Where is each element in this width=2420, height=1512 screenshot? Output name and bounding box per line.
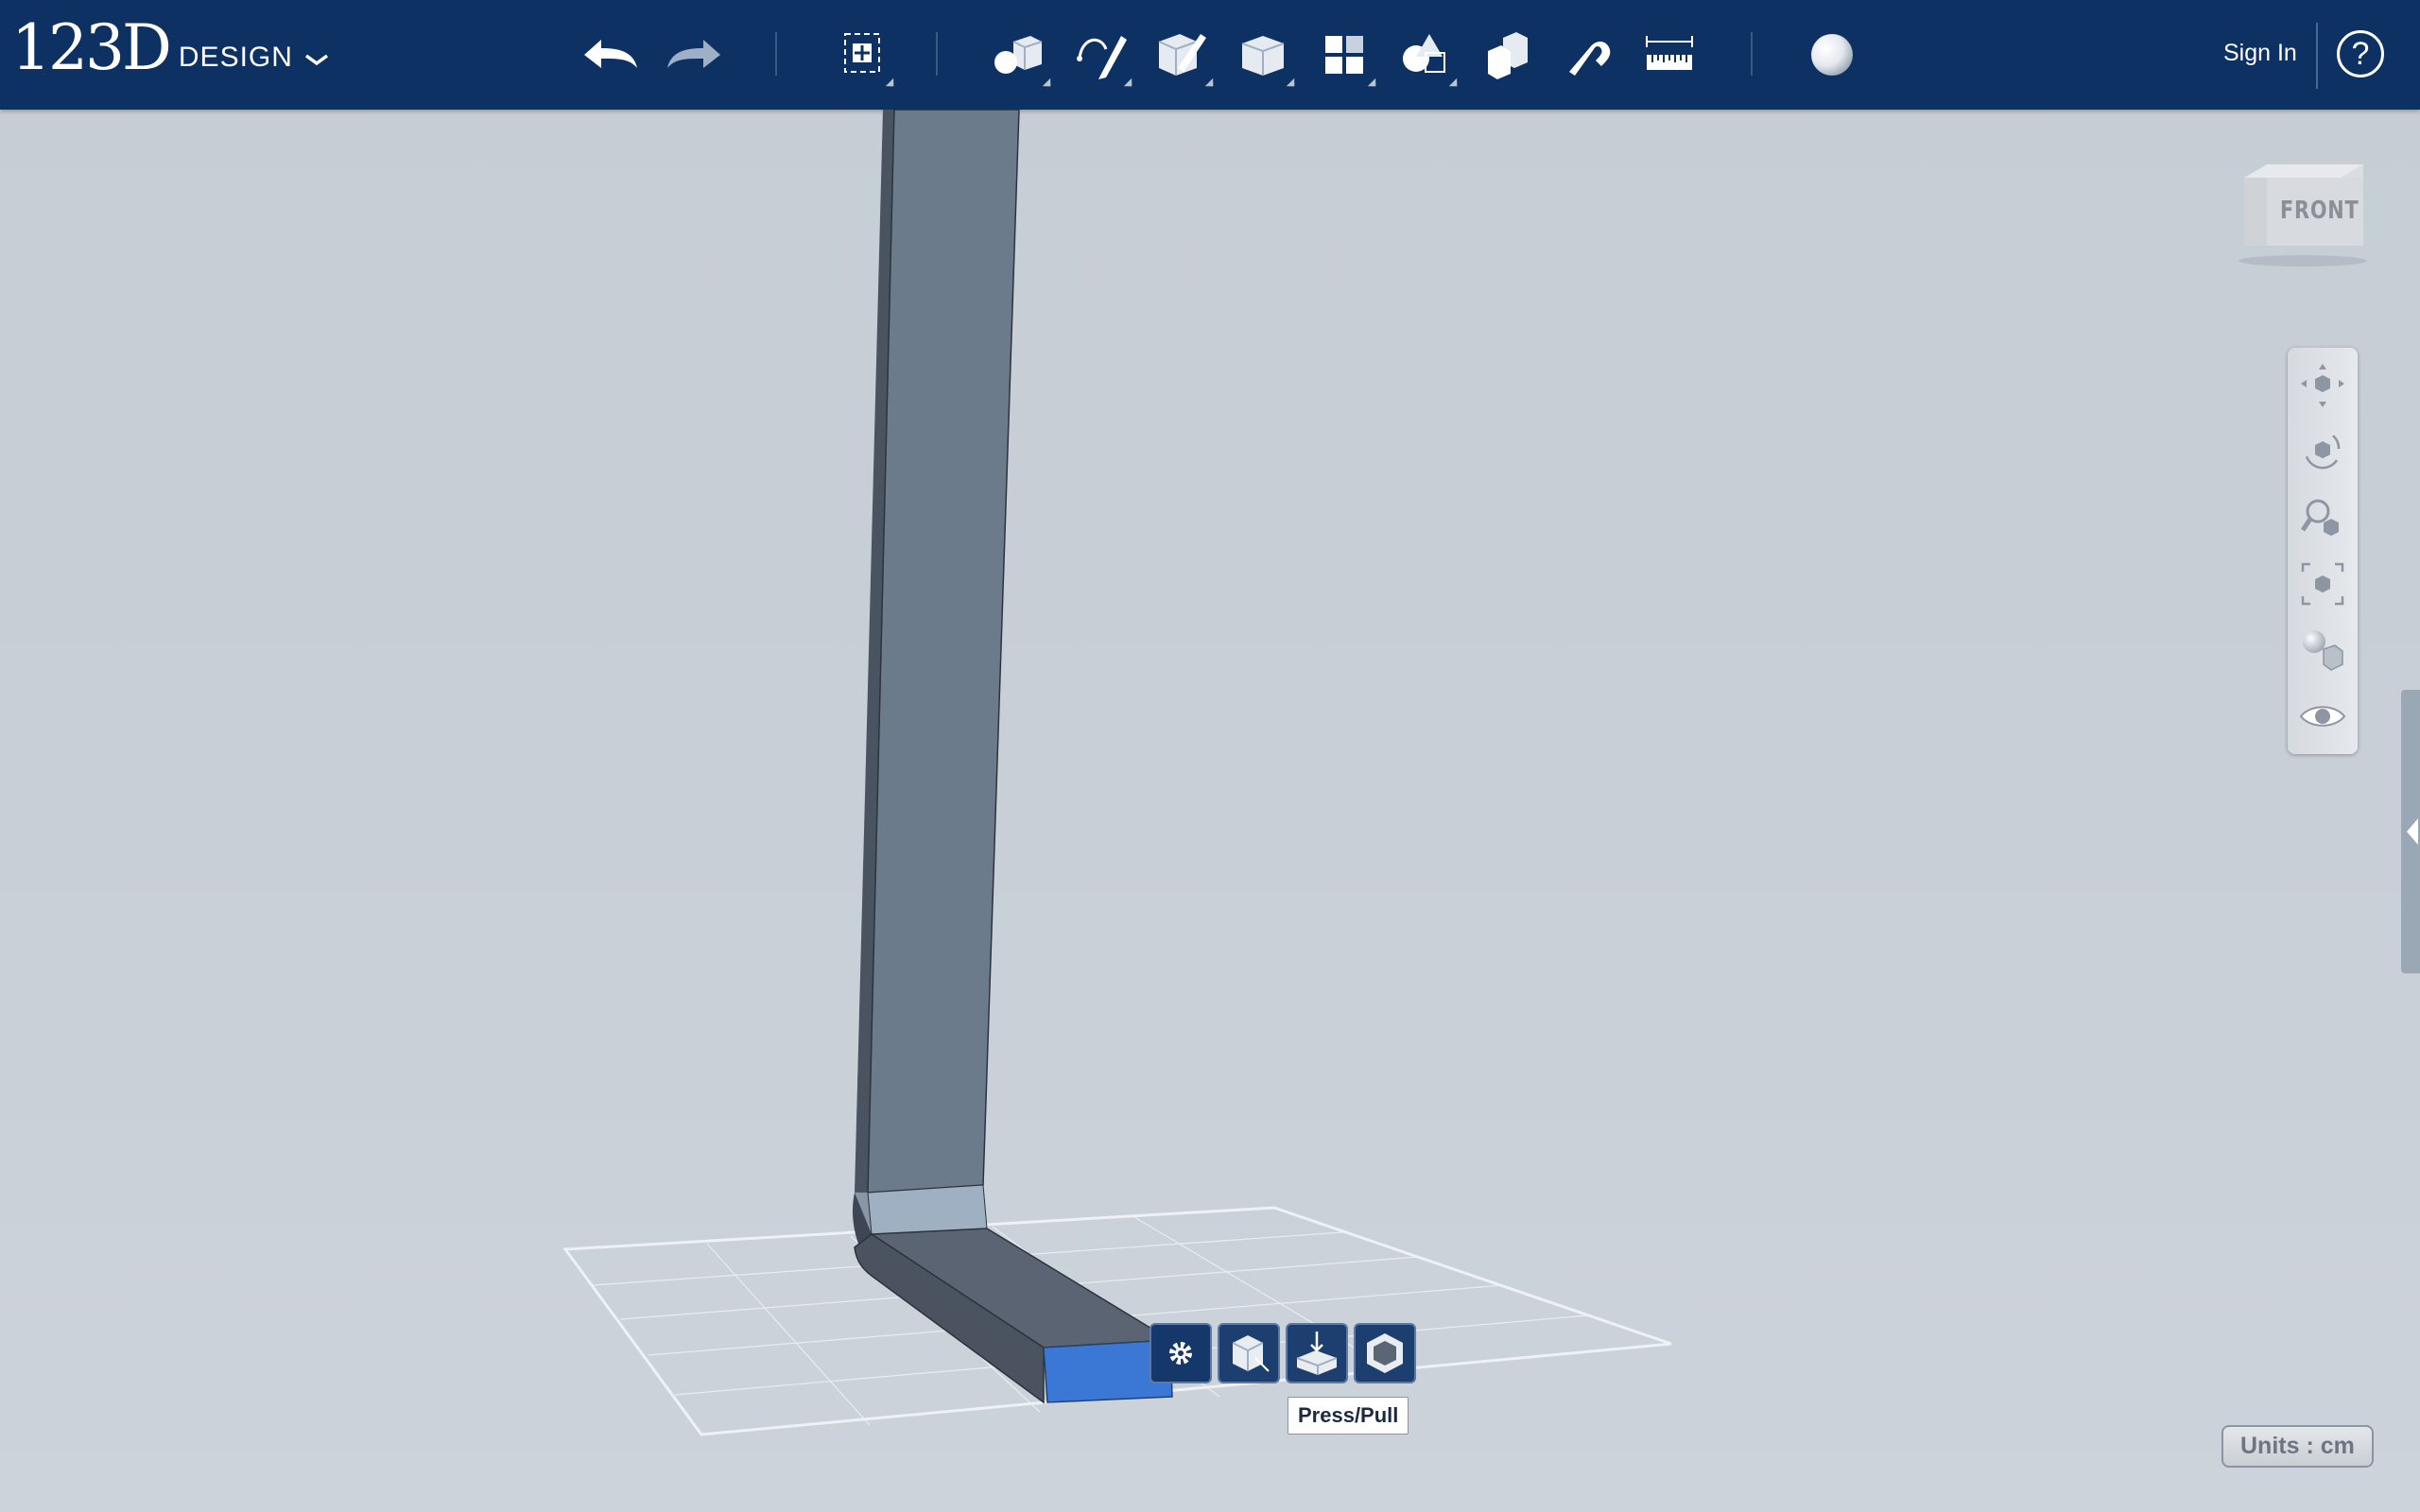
tweak-button[interactable]: [1218, 1323, 1280, 1383]
orbit-icon: [2305, 435, 2341, 470]
combine-icon: [1488, 32, 1528, 79]
pattern-icon: [1325, 36, 1363, 74]
press-pull-button[interactable]: [1286, 1323, 1348, 1383]
undo-icon: [584, 40, 637, 68]
construct-button[interactable]: [1151, 25, 1214, 87]
combine-button[interactable]: [1477, 25, 1537, 85]
measure-icon: [1646, 36, 1693, 70]
chevron-left-icon: [2407, 818, 2418, 845]
context-toolbar: [1150, 1323, 1416, 1383]
tweak-icon: [1232, 1335, 1270, 1372]
top-toolbar: 123D DESIGN Sign In ?: [0, 0, 2420, 110]
help-button[interactable]: ?: [2337, 30, 2384, 77]
tooltip: Press/Pull: [1288, 1397, 1409, 1435]
undo-button[interactable]: [580, 25, 641, 85]
chevron-down-icon: [304, 54, 328, 66]
logo-text: 123D: [11, 11, 172, 84]
toolbar-separator: [2316, 23, 2318, 89]
side-panel-handle[interactable]: [2401, 690, 2420, 973]
snap-button[interactable]: [1558, 25, 1618, 85]
settings-button[interactable]: [1150, 1323, 1212, 1383]
sketch-button[interactable]: [1070, 25, 1132, 87]
zoom-icon: [2300, 499, 2339, 536]
sketch-icon: [1077, 36, 1127, 79]
orbit-button[interactable]: [2296, 425, 2349, 478]
settings-icon: [1169, 1342, 1192, 1365]
view-mode-icon: [2303, 630, 2343, 671]
measure-button[interactable]: [1639, 25, 1700, 85]
primitives-icon: [994, 36, 1043, 74]
construct-icon: [1158, 34, 1206, 76]
toolbar-separator: [775, 32, 777, 76]
help-icon: ?: [2351, 35, 2370, 72]
sign-in-link[interactable]: Sign In: [2223, 40, 2297, 67]
grouping-button[interactable]: [1395, 25, 1458, 87]
modify-button[interactable]: [1233, 25, 1295, 87]
press-pull-icon: [1296, 1332, 1338, 1375]
3d-model: [852, 110, 1173, 1404]
shell-button[interactable]: [1354, 1323, 1416, 1383]
scene-canvas: [562, 110, 1672, 1436]
redo-icon: [667, 40, 720, 68]
logo-subtext: DESIGN: [178, 42, 293, 73]
visibility-button[interactable]: [2296, 690, 2349, 743]
shell-icon: [1367, 1333, 1403, 1373]
zoom-button[interactable]: [2296, 491, 2349, 544]
navigation-bar: [2288, 348, 2358, 754]
pattern-button[interactable]: [1314, 25, 1376, 87]
view-cube[interactable]: FRONT: [2231, 151, 2373, 274]
redo-button[interactable]: [664, 25, 724, 85]
toolbar-separator: [1751, 32, 1753, 76]
visibility-icon: [2299, 706, 2346, 727]
units-button[interactable]: Units : cm: [2221, 1425, 2374, 1468]
3d-viewport[interactable]: FRONT Press/Pull Units: cm: [0, 110, 2420, 1512]
view-cube-label: FRONT: [2280, 197, 2360, 225]
primitives-button[interactable]: [989, 25, 1051, 87]
snap-icon: [1569, 42, 1611, 76]
material-button[interactable]: [1802, 25, 1862, 85]
grouping-icon: [1403, 34, 1445, 73]
fit-button[interactable]: [2296, 558, 2349, 610]
fit-icon: [2301, 562, 2344, 606]
material-icon: [1811, 34, 1853, 76]
pan-icon: [2301, 364, 2344, 407]
transform-icon: [844, 33, 880, 73]
toolbar-separator: [936, 32, 938, 76]
view-mode-button[interactable]: [2296, 624, 2349, 677]
modify-icon: [1241, 36, 1285, 76]
pan-button[interactable]: [2296, 359, 2349, 412]
transform-button[interactable]: [832, 25, 894, 87]
app-menu[interactable]: 123D DESIGN: [11, 17, 329, 79]
